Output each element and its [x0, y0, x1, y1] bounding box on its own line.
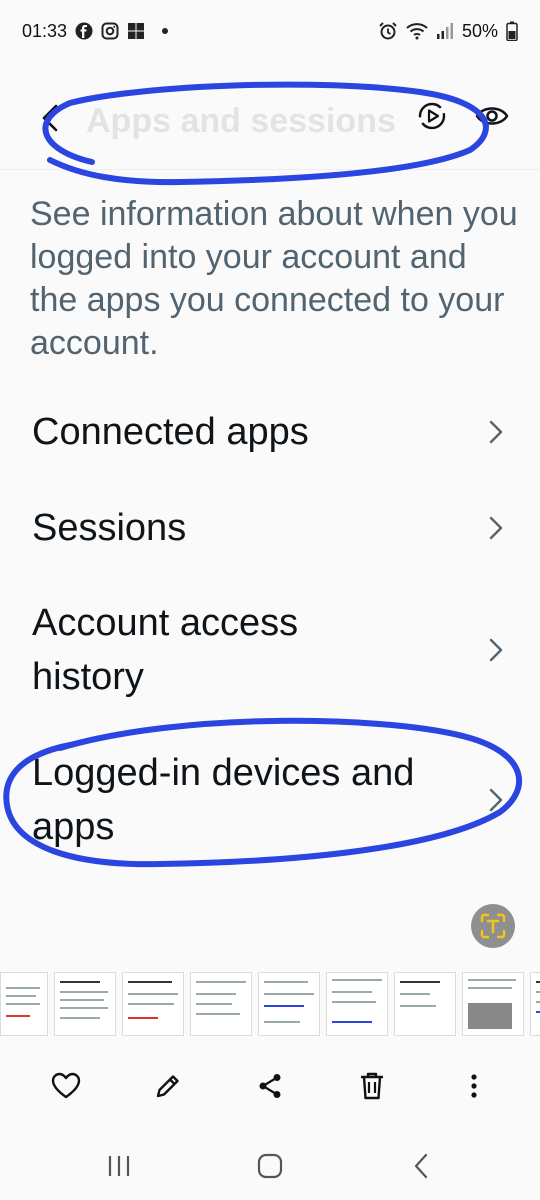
delete-icon[interactable] — [352, 1066, 392, 1106]
thumbnail-strip[interactable] — [0, 972, 540, 1036]
chevron-right-icon — [484, 788, 508, 812]
menu-item-label: Account access history — [32, 602, 299, 698]
edit-icon[interactable] — [148, 1066, 188, 1106]
thumbnail[interactable] — [462, 972, 524, 1036]
page-description: See information about when you logged in… — [30, 195, 518, 362]
system-nav-bar — [0, 1130, 540, 1200]
back-arrow-icon[interactable] — [30, 98, 70, 138]
more-icon[interactable] — [454, 1066, 494, 1106]
signal-icon — [436, 22, 454, 40]
wifi-icon — [406, 22, 428, 40]
status-time: 01:33 — [22, 20, 68, 41]
thumbnail[interactable] — [122, 972, 184, 1036]
eye-icon[interactable] — [472, 96, 512, 136]
thumbnail[interactable] — [190, 972, 252, 1036]
dot-icon — [161, 27, 169, 35]
thumbnail[interactable] — [326, 972, 388, 1036]
thumbnail[interactable] — [394, 972, 456, 1036]
menu-item-label: Connected apps — [32, 411, 309, 453]
battery-icon — [506, 21, 518, 41]
thumbnail[interactable] — [0, 972, 48, 1036]
thumbnail[interactable] — [530, 972, 540, 1036]
status-left: 01:33 — [22, 21, 169, 42]
home-icon[interactable] — [250, 1146, 290, 1186]
menu-item-account-access-history[interactable]: Account access history — [0, 596, 540, 704]
play-circle-icon[interactable] — [412, 96, 452, 136]
page-title: Apps and sessions — [86, 102, 396, 140]
chevron-right-icon — [484, 516, 508, 540]
chevron-right-icon — [484, 420, 508, 444]
status-right: 50% — [378, 21, 518, 42]
menu-item-logged-in-devices[interactable]: Logged-in devices and apps — [0, 746, 540, 854]
menu-item-label: Sessions — [32, 507, 187, 549]
status-bar: 01:33 50% — [0, 0, 540, 62]
menu-item-sessions[interactable]: Sessions — [0, 500, 540, 556]
chevron-right-icon — [484, 638, 508, 662]
text-recognition-icon[interactable] — [471, 904, 515, 948]
instagram-icon — [101, 22, 119, 40]
action-bar — [0, 1050, 540, 1120]
menu-item-connected-apps[interactable]: Connected apps — [0, 404, 540, 460]
share-icon[interactable] — [250, 1066, 290, 1106]
thumbnail[interactable] — [258, 972, 320, 1036]
heart-icon[interactable] — [46, 1066, 86, 1106]
alarm-icon — [378, 21, 398, 41]
facebook-icon — [75, 22, 93, 40]
app-header: Apps and sessions — [0, 62, 540, 170]
menu-item-label: Logged-in devices and apps — [32, 752, 415, 848]
battery-percent: 50% — [461, 20, 498, 41]
thumbnail[interactable] — [54, 972, 116, 1036]
back-icon[interactable] — [401, 1146, 441, 1186]
recents-icon[interactable] — [99, 1146, 139, 1186]
microsoft-icon — [127, 22, 145, 40]
